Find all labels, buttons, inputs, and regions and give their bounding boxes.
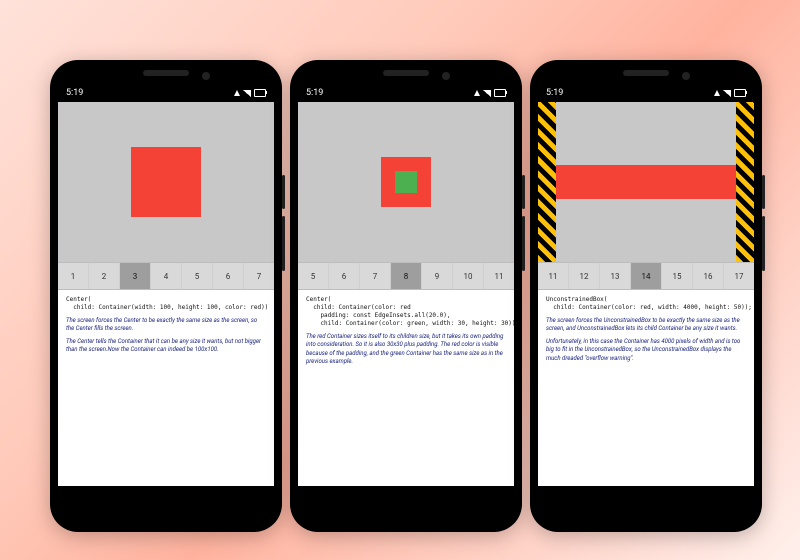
explanation-text: Unfortunately, in this case the Containe… bbox=[546, 338, 746, 362]
tab-button[interactable]: 13 bbox=[600, 263, 631, 289]
tab-button[interactable]: 16 bbox=[693, 263, 724, 289]
tab-button[interactable]: 4 bbox=[151, 263, 182, 289]
signal-icon bbox=[483, 90, 491, 97]
overflow-warning-left bbox=[538, 102, 556, 262]
tab-strip: 5 6 7 8 9 10 11 bbox=[298, 262, 514, 290]
overflow-warning-right bbox=[736, 102, 754, 262]
tab-button[interactable]: 12 bbox=[569, 263, 600, 289]
phone-screen: 5:19 5 6 7 8 9 10 11 bbox=[298, 84, 514, 516]
tab-strip: 1 2 3 4 5 6 7 bbox=[58, 262, 274, 290]
wifi-icon bbox=[714, 90, 720, 96]
signal-icon bbox=[723, 90, 731, 97]
tab-button[interactable]: 14 bbox=[631, 263, 662, 289]
phone-device-1: 5:19 1 2 3 4 5 6 7 Center( child bbox=[50, 60, 282, 532]
tab-button[interactable]: 3 bbox=[120, 263, 151, 289]
wifi-icon bbox=[474, 90, 480, 96]
stage: 5:19 1 2 3 4 5 6 7 Center( child bbox=[0, 0, 800, 560]
demo-canvas bbox=[298, 102, 514, 262]
code-snippet: UnconstrainedBox( child: Container(color… bbox=[546, 296, 746, 312]
green-container bbox=[395, 171, 417, 193]
tab-button[interactable]: 8 bbox=[391, 263, 422, 289]
phone-screen: 5:19 11 12 13 14 15 16 17 bbox=[538, 84, 754, 516]
tab-button[interactable]: 17 bbox=[724, 263, 754, 289]
android-nav-bar bbox=[58, 486, 274, 516]
tab-button[interactable]: 2 bbox=[89, 263, 120, 289]
description-panel: Center( child: Container(width: 100, hei… bbox=[58, 290, 274, 486]
explanation-text: The red Container sizes itself to its ch… bbox=[306, 333, 506, 365]
tab-button[interactable]: 11 bbox=[538, 263, 569, 289]
volume-button bbox=[282, 216, 285, 271]
volume-button bbox=[522, 216, 525, 271]
description-panel: Center( child: Container(color: red padd… bbox=[298, 290, 514, 486]
demo-canvas bbox=[58, 102, 274, 262]
description-panel: UnconstrainedBox( child: Container(color… bbox=[538, 290, 754, 486]
tab-button[interactable]: 15 bbox=[662, 263, 693, 289]
explanation-text: The screen forces the Center to be exact… bbox=[66, 317, 266, 333]
tab-button[interactable]: 11 bbox=[484, 263, 514, 289]
explanation-text: The Center tells the Container that it c… bbox=[66, 338, 266, 354]
volume-button bbox=[762, 216, 765, 271]
red-container-overflow bbox=[538, 165, 754, 199]
battery-icon bbox=[734, 89, 746, 97]
tab-button[interactable]: 5 bbox=[182, 263, 213, 289]
tab-button[interactable]: 1 bbox=[58, 263, 89, 289]
power-button bbox=[282, 175, 285, 209]
status-bar: 5:19 bbox=[538, 84, 754, 102]
status-bar: 5:19 bbox=[58, 84, 274, 102]
battery-icon bbox=[494, 89, 506, 97]
code-snippet: Center( child: Container(width: 100, hei… bbox=[66, 296, 266, 312]
tab-button[interactable]: 10 bbox=[453, 263, 484, 289]
status-icons bbox=[714, 89, 746, 97]
status-time: 5:19 bbox=[546, 88, 563, 98]
android-nav-bar bbox=[538, 486, 754, 516]
phone-screen: 5:19 1 2 3 4 5 6 7 Center( child bbox=[58, 84, 274, 516]
status-time: 5:19 bbox=[306, 88, 323, 98]
status-time: 5:19 bbox=[66, 88, 83, 98]
tab-button[interactable]: 5 bbox=[298, 263, 329, 289]
phone-device-3: 5:19 11 12 13 14 15 16 17 bbox=[530, 60, 762, 532]
red-container bbox=[131, 147, 201, 217]
power-button bbox=[522, 175, 525, 209]
android-nav-bar bbox=[298, 486, 514, 516]
power-button bbox=[762, 175, 765, 209]
wifi-icon bbox=[234, 90, 240, 96]
tab-button[interactable]: 6 bbox=[329, 263, 360, 289]
status-bar: 5:19 bbox=[298, 84, 514, 102]
demo-canvas bbox=[538, 102, 754, 262]
code-snippet: Center( child: Container(color: red padd… bbox=[306, 296, 506, 328]
status-icons bbox=[234, 89, 266, 97]
status-icons bbox=[474, 89, 506, 97]
red-container bbox=[381, 157, 431, 207]
tab-button[interactable]: 6 bbox=[213, 263, 244, 289]
signal-icon bbox=[243, 90, 251, 97]
tab-button[interactable]: 7 bbox=[360, 263, 391, 289]
tab-button[interactable]: 9 bbox=[422, 263, 453, 289]
tab-button[interactable]: 7 bbox=[244, 263, 274, 289]
battery-icon bbox=[254, 89, 266, 97]
explanation-text: The screen forces the UnconstrainedBox t… bbox=[546, 317, 746, 333]
tab-strip: 11 12 13 14 15 16 17 bbox=[538, 262, 754, 290]
phone-device-2: 5:19 5 6 7 8 9 10 11 bbox=[290, 60, 522, 532]
